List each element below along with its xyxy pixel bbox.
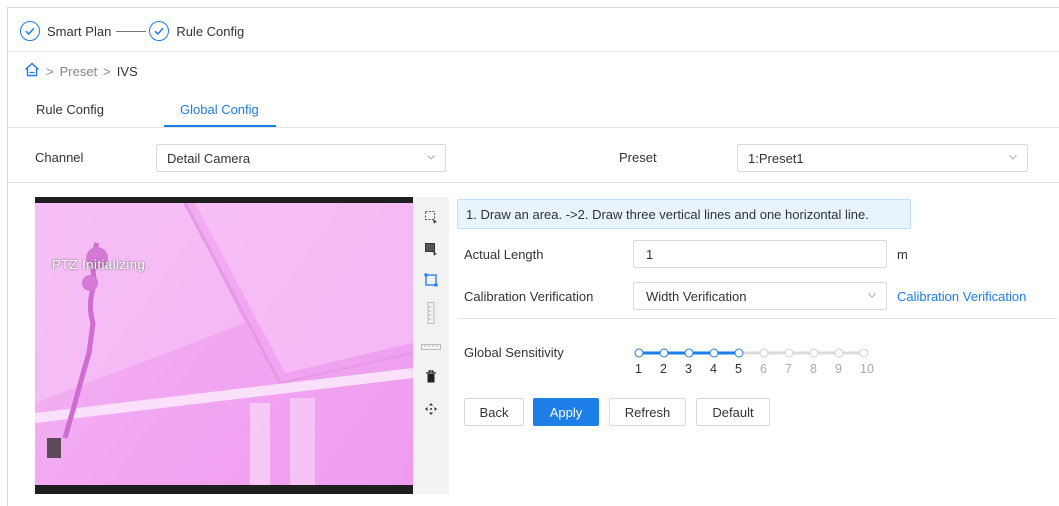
tab-bar: Rule Config Global Config <box>8 96 1059 128</box>
slider-tick-label: 9 <box>835 362 842 376</box>
draw-toolbar <box>413 197 449 494</box>
horizontal-ruler-icon[interactable] <box>421 338 441 356</box>
delete-icon[interactable] <box>422 367 440 385</box>
preset-select[interactable]: 1:Preset1 <box>737 144 1028 172</box>
slider-stop[interactable] <box>659 348 669 358</box>
chevron-down-icon <box>427 155 435 160</box>
video-scene <box>35 203 413 485</box>
slider-tick-label: 8 <box>810 362 817 376</box>
preset-select-value: 1:Preset1 <box>748 150 804 166</box>
step-check-icon <box>149 21 170 41</box>
channel-select[interactable]: Detail Camera <box>156 144 446 172</box>
actual-length-label: Actual Length <box>464 247 544 262</box>
video-preview[interactable]: PTZ Initializing. <box>35 197 413 494</box>
breadcrumb-separator: > <box>46 63 54 79</box>
slider-tick-label: 3 <box>685 362 692 376</box>
channel-label: Channel <box>35 150 84 165</box>
slider-stop[interactable] <box>734 348 744 358</box>
instruction-hint: 1. Draw an area. ->2. Draw three vertica… <box>457 199 911 229</box>
slider-stop[interactable] <box>634 348 644 358</box>
slider-tick-label: 5 <box>735 362 742 376</box>
breadcrumb-ivs: IVS <box>116 63 138 79</box>
home-icon[interactable] <box>24 62 40 80</box>
slider-tick-label: 1 <box>635 362 642 376</box>
rectangle-icon[interactable] <box>422 271 440 289</box>
slider-tick-label: 4 <box>710 362 717 376</box>
tab-global-config[interactable]: Global Config <box>180 102 259 117</box>
tab-rule-config[interactable]: Rule Config <box>36 102 104 117</box>
slider-tick-label: 10 <box>860 362 874 376</box>
calibration-label: Calibration Verification <box>464 289 594 304</box>
active-tab-indicator <box>164 125 276 127</box>
chevron-down-icon <box>868 293 876 298</box>
slider-tick-labels: 1 2 3 4 5 6 7 8 9 10 <box>634 362 894 376</box>
slider-tick-label: 7 <box>785 362 792 376</box>
slider-stop[interactable] <box>809 348 819 358</box>
step-connector <box>116 30 147 32</box>
chevron-down-icon <box>1009 155 1017 160</box>
divider <box>457 318 1057 319</box>
channel-select-value: Detail Camera <box>167 150 251 166</box>
calibration-select-value: Width Verification <box>646 288 747 304</box>
breadcrumb: > Preset > IVS <box>24 62 138 80</box>
slider-graphic[interactable] <box>632 348 892 358</box>
step-smart-plan[interactable]: Smart Plan <box>47 24 111 39</box>
video-frame[interactable]: PTZ Initializing. <box>35 203 413 485</box>
slider-stop[interactable] <box>684 348 694 358</box>
back-button[interactable]: Back <box>464 398 524 426</box>
step-rule-config[interactable]: Rule Config <box>176 24 244 39</box>
divider <box>8 51 1059 52</box>
breadcrumb-separator: > <box>103 63 111 79</box>
refresh-button[interactable]: Refresh <box>609 398 686 426</box>
slider-tick-label: 2 <box>660 362 667 376</box>
preset-label: Preset <box>619 150 657 165</box>
draw-area-icon[interactable] <box>422 208 440 226</box>
divider <box>8 182 1059 183</box>
step-check-icon <box>20 21 40 41</box>
slider-tick-label: 6 <box>760 362 767 376</box>
global-sensitivity-label: Global Sensitivity <box>464 345 564 360</box>
breadcrumb-preset[interactable]: Preset <box>60 64 98 79</box>
step-wizard: Smart Plan Rule Config <box>20 20 244 42</box>
video-status-text: PTZ Initializing. <box>52 257 150 272</box>
slider-stop[interactable] <box>709 348 719 358</box>
apply-button[interactable]: Apply <box>533 398 599 426</box>
calibration-select[interactable]: Width Verification <box>633 282 887 310</box>
slider-stop[interactable] <box>759 348 769 358</box>
default-button[interactable]: Default <box>696 398 770 426</box>
slider-stop[interactable] <box>834 348 844 358</box>
actual-length-input[interactable]: 1 <box>633 240 887 268</box>
slider-stop[interactable] <box>784 348 794 358</box>
select-area-icon[interactable] <box>422 240 440 258</box>
global-sensitivity-slider[interactable] <box>634 348 887 358</box>
calibration-verification-link[interactable]: Calibration Verification <box>897 289 1026 304</box>
move-icon[interactable] <box>422 400 440 418</box>
vertical-ruler-icon[interactable] <box>422 301 440 325</box>
actual-length-unit: m <box>897 247 908 262</box>
slider-stop[interactable] <box>859 348 869 358</box>
